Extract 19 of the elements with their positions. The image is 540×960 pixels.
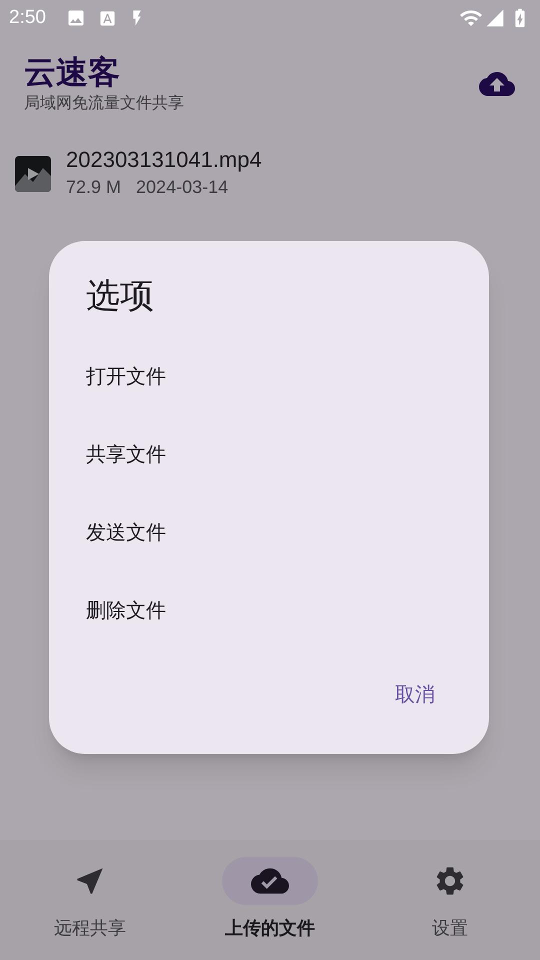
nav-tab[interactable]: 远程共享 xyxy=(0,857,180,942)
dialog-option[interactable]: 发送文件 xyxy=(49,494,489,572)
dialog-option[interactable]: 共享文件 xyxy=(49,416,489,494)
dialog-option[interactable]: 打开文件 xyxy=(49,338,489,416)
file-name: 202303131041.mp4 xyxy=(66,146,262,174)
status-time: 2:50 xyxy=(9,6,46,30)
video-thumbnail-icon xyxy=(15,156,51,192)
signal-icon xyxy=(485,8,505,28)
file-date: 2024-03-14 xyxy=(136,176,228,199)
font-icon xyxy=(98,10,116,26)
app-title: 云速客 xyxy=(24,53,121,92)
cancel-button[interactable]: 取消 xyxy=(385,672,445,718)
dialog-title: 选项 xyxy=(86,276,155,317)
app-subtitle: 局域网免流量文件共享 xyxy=(24,94,185,114)
file-size: 72.9 M xyxy=(66,176,122,199)
nav-tab[interactable]: 设置 xyxy=(360,857,540,942)
image-icon xyxy=(66,8,86,28)
dialog-option[interactable]: 删除文件 xyxy=(49,572,489,650)
nav-tab[interactable]: 上传的文件 xyxy=(180,857,360,942)
